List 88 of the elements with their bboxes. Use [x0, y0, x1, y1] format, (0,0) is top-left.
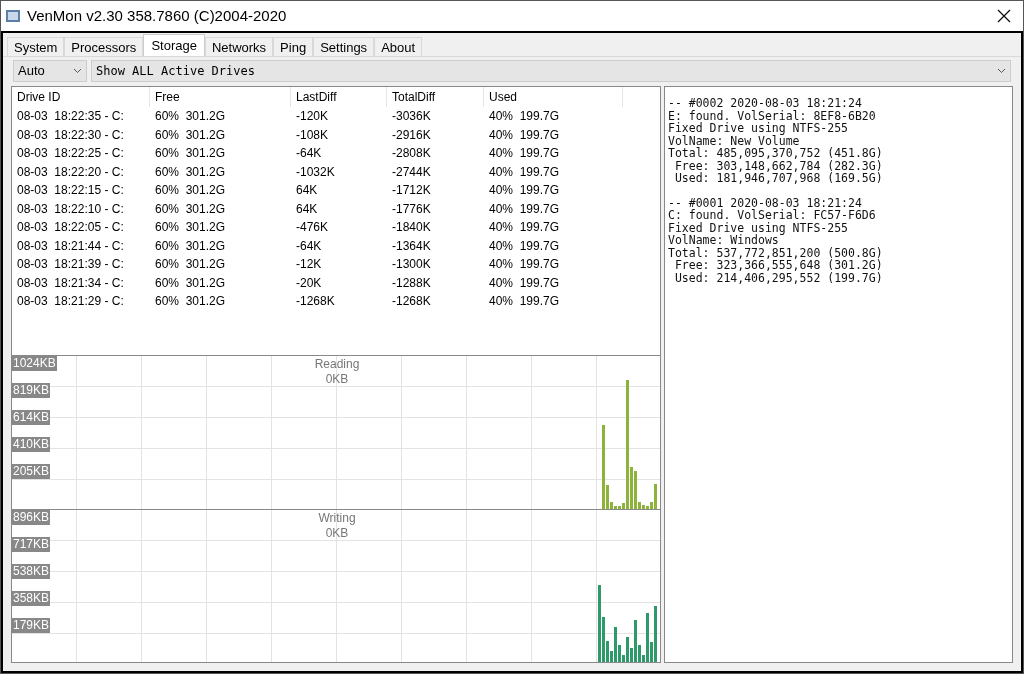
tab[interactable]: Settings — [313, 37, 375, 56]
table-cell-text: -2744K — [391, 163, 432, 181]
table-cell-text: 40% 199.7G — [488, 237, 561, 255]
table-cell-text: -3036K — [391, 108, 432, 126]
table-cell-text: 40% 199.7G — [488, 256, 561, 274]
table-cell-text: 60% 301.2G — [154, 163, 227, 181]
axis-label: 538KB — [12, 563, 51, 579]
table-cell-text: -1776K — [391, 200, 432, 218]
table-cell-text: 08-03 18:22:15 - C: — [16, 182, 125, 200]
column-header[interactable]: LastDiff — [291, 87, 387, 107]
drive-dropdown[interactable]: Show ALL Active Drives — [91, 60, 1011, 82]
app-icon — [5, 8, 21, 24]
graph-title: Reading — [314, 357, 360, 372]
table-cell-text: 40% 199.7G — [488, 163, 561, 181]
column-header[interactable]: Drive ID — [12, 87, 150, 107]
table-cell-text: 64K — [295, 200, 319, 218]
table-cell-text: 08-03 18:22:10 - C: — [16, 200, 125, 218]
table-cell-text: 60% 301.2G — [154, 108, 227, 126]
table-cell-text: 08-03 18:21:29 - C: — [16, 293, 125, 311]
table-cell-text: -1268K — [391, 293, 432, 311]
table-cell-text: 08-03 18:22:20 - C: — [16, 163, 125, 181]
table-cell-text: -1364K — [391, 237, 432, 255]
table-cell-text: 64K — [295, 182, 319, 200]
table-cell-text: 60% 301.2G — [154, 237, 227, 255]
graph-title: Writing — [318, 510, 356, 526]
tab[interactable]: Processors — [64, 37, 144, 56]
column-header[interactable]: Used — [484, 87, 623, 107]
drive-log: -- #0002 2020-08-03 18:21:24 E: found. VolSerial: 8EF8-6B20 Fixed Drive using NTFS-255 VolName: New Volume Total: 485,095,370,752 (451.8G) Free: 303,148,662,784 (282.3G) Used: 181,946,707,968 (169.5G) -- #0001 2020-08-03 18:21:24 C: found. VolSerial: FC57-F6D6 Fixed Drive using NTFS-255 VolName: Windows Total: 537,772,851,200 (500.8G) Free: 323,366,555,648 (301.2G) Used: 214,406,295,552 (199.7G) — [664, 86, 1013, 663]
chevron-down-icon — [997, 68, 1006, 74]
table-cell-text: -2808K — [391, 145, 432, 163]
table-cell-text: -108K — [295, 126, 330, 144]
table-cell-text: 60% 301.2G — [154, 274, 227, 292]
axis-label: 410KB — [12, 437, 51, 452]
window-title: VenMon v2.30 358.7860 (C)2004-2020 — [27, 5, 287, 26]
column-header[interactable]: TotalDiff — [387, 87, 484, 107]
table-cell-text: 60% 301.2G — [154, 126, 227, 144]
axis-label: 358KB — [12, 590, 51, 606]
tab[interactable]: Ping — [273, 37, 314, 56]
table-cell-text: -12K — [295, 256, 323, 274]
table-cell-text: 08-03 18:22:35 - C: — [16, 108, 125, 126]
table-cell-text: 40% 199.7G — [488, 145, 561, 163]
table-cell-text: -1712K — [391, 182, 432, 200]
table-cell-text: 60% 301.2G — [154, 200, 227, 218]
table-cell-text: 60% 301.2G — [154, 256, 227, 274]
table-cell-text: -2916K — [391, 126, 432, 144]
table-cell-text: 08-03 18:22:30 - C: — [16, 126, 125, 144]
axis-label: 717KB — [12, 536, 51, 552]
tab[interactable]: System — [7, 37, 65, 56]
table-cell-text: 40% 199.7G — [488, 274, 561, 292]
tab[interactable]: About — [374, 37, 423, 56]
table-cell-text: 40% 199.7G — [488, 293, 561, 311]
table-cell-text: 40% 199.7G — [488, 219, 561, 237]
table-cell-text: 08-03 18:21:34 - C: — [16, 274, 125, 292]
table-cell-text: -20K — [295, 274, 323, 292]
table-cell-text: 40% 199.7G — [488, 182, 561, 200]
table-cell-text: 08-03 18:22:05 - C: — [16, 219, 125, 237]
table-cell-text: 08-03 18:22:25 - C: — [16, 145, 125, 163]
table-cell-text: -1840K — [391, 219, 432, 237]
table-cell-text: 60% 301.2G — [154, 219, 227, 237]
table-cell-text: -1268K — [295, 293, 336, 311]
table-cell-text: -1300K — [391, 256, 432, 274]
table-cell-text: 40% 199.7G — [488, 200, 561, 218]
table-cell-text: -1032K — [295, 163, 336, 181]
table-cell-text: -1288K — [391, 274, 432, 292]
table-cell-text: -64K — [295, 145, 323, 163]
column-header[interactable]: Free — [150, 87, 291, 107]
table-cell-text: -476K — [295, 219, 330, 237]
table-cell-text: 40% 199.7G — [488, 126, 561, 144]
axis-label: 205KB — [12, 464, 51, 479]
tab[interactable]: Networks — [204, 37, 274, 56]
graph-reading: 0KB — [325, 372, 349, 387]
axis-label: 819KB — [12, 383, 51, 398]
mode-dropdown[interactable]: Auto — [13, 60, 87, 82]
table-cell-text: -120K — [295, 108, 330, 126]
graph-reading: 0KB — [325, 525, 349, 541]
axis-label: 1024KB — [12, 356, 57, 371]
table-cell-text: 08-03 18:21:39 - C: — [16, 256, 125, 274]
chevron-down-icon — [73, 68, 82, 74]
axis-label: 614KB — [12, 410, 51, 425]
table-cell-text: 60% 301.2G — [154, 293, 227, 311]
table-cell-text: 60% 301.2G — [154, 145, 227, 163]
close-icon[interactable] — [997, 9, 1011, 23]
axis-label: 179KB — [12, 617, 51, 633]
table-cell-text: 08-03 18:21:44 - C: — [16, 237, 125, 255]
tab[interactable]: Storage — [143, 34, 205, 56]
table-cell-text: 40% 199.7G — [488, 108, 561, 126]
table-cell-text: 60% 301.2G — [154, 182, 227, 200]
table-cell-text: -64K — [295, 237, 323, 255]
